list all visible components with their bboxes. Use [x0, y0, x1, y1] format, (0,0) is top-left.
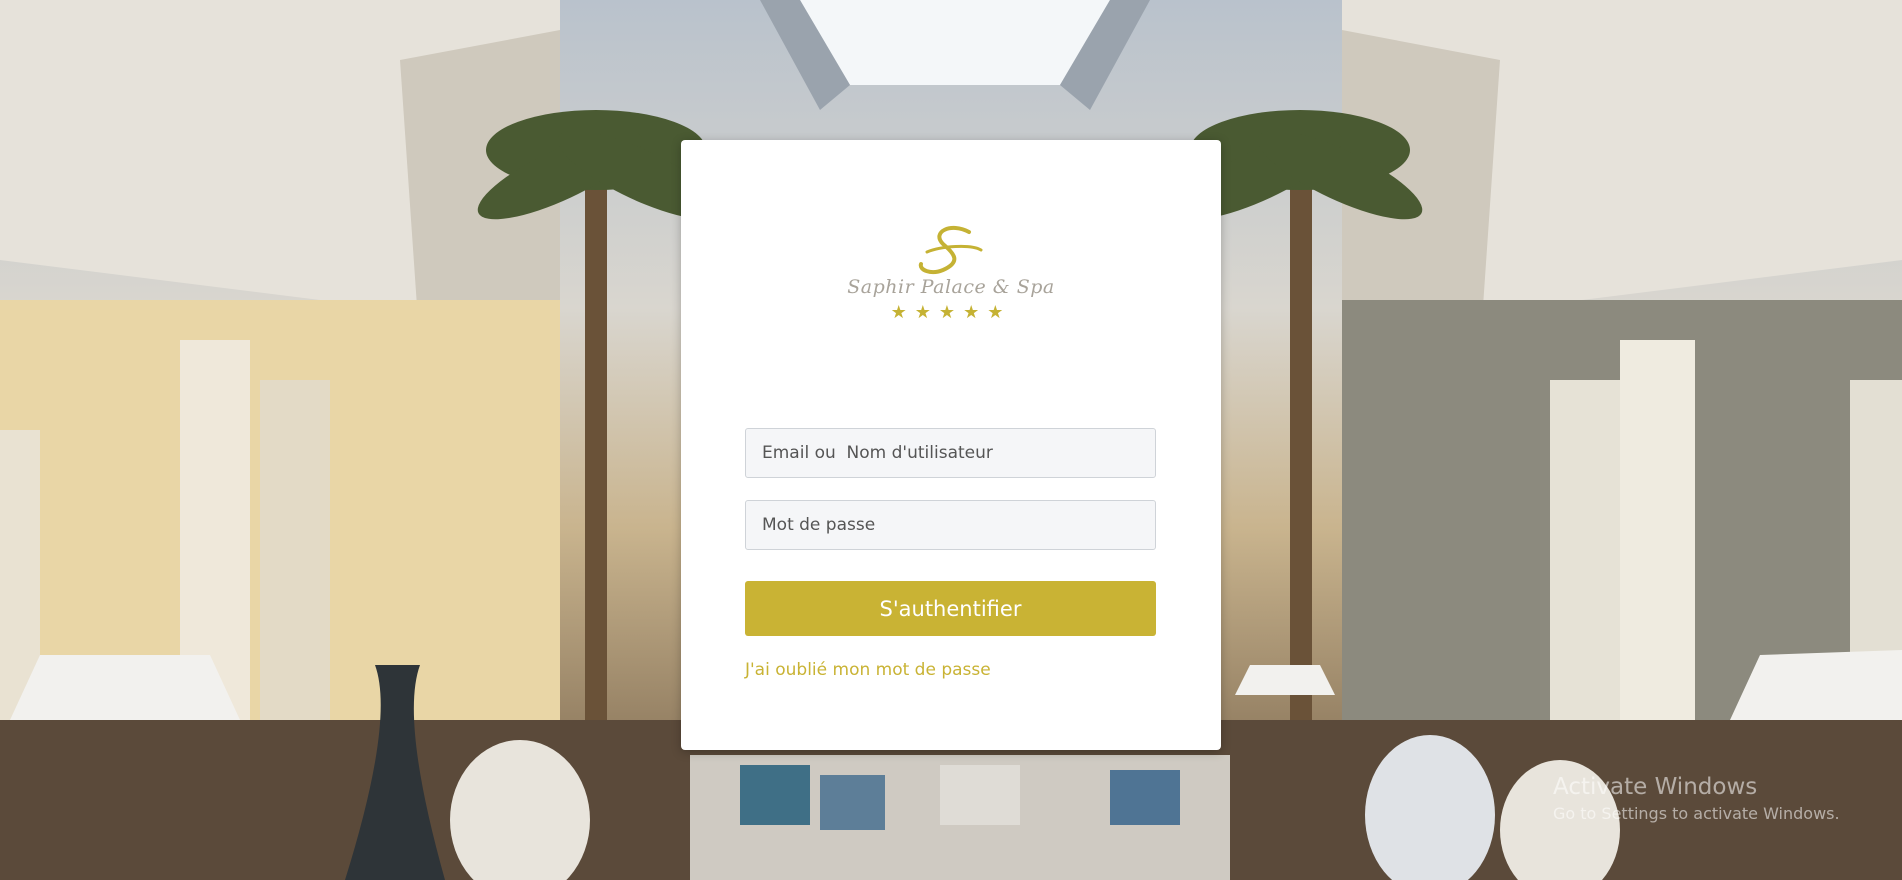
windows-activation-watermark: Activate Windows Go to Settings to activ…: [1553, 774, 1840, 823]
email-username-input[interactable]: [745, 428, 1156, 478]
watermark-title: Activate Windows: [1553, 774, 1758, 800]
watermark-subtitle: Go to Settings to activate Windows.: [1553, 804, 1840, 823]
hotel-logo: Saphir Palace & Spa ★★★★★: [831, 220, 1071, 330]
password-input[interactable]: [745, 500, 1156, 550]
login-card: Saphir Palace & Spa ★★★★★ S'authentifier…: [681, 140, 1221, 750]
monogram-s-icon: [918, 225, 983, 275]
login-button[interactable]: S'authentifier: [745, 581, 1156, 636]
star-rating: ★★★★★: [890, 302, 1012, 323]
forgot-password-link[interactable]: J'ai oublié mon mot de passe: [745, 660, 991, 680]
hotel-name: Saphir Palace & Spa: [847, 276, 1055, 298]
